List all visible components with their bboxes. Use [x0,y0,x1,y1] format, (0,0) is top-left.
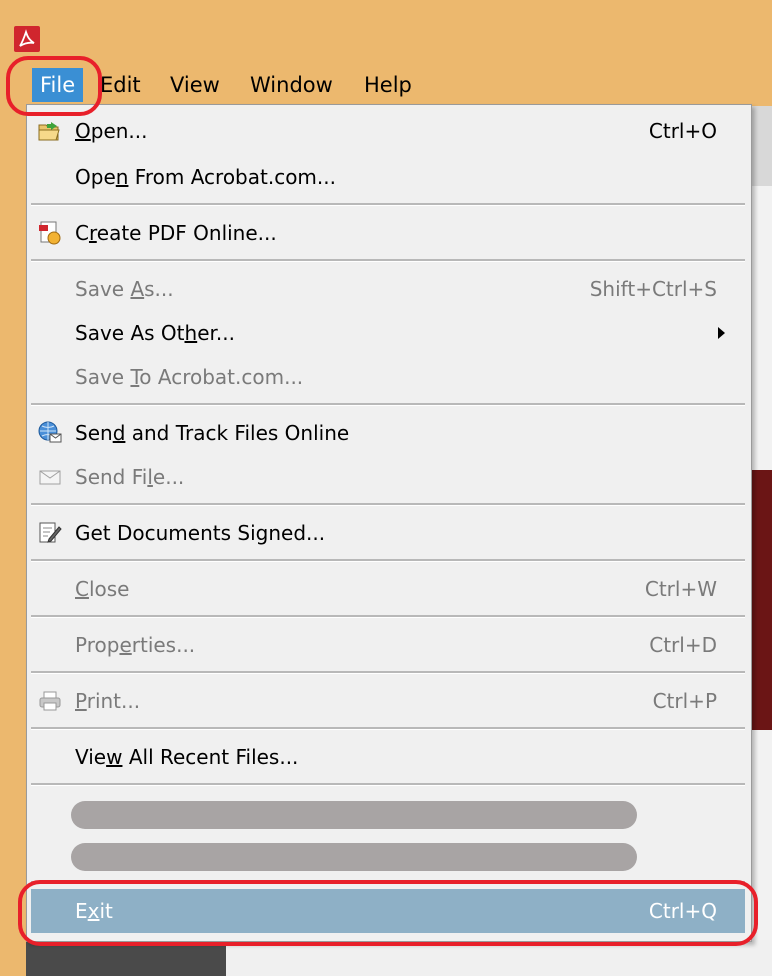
submenu-arrow-icon [718,327,725,339]
menu-item-get-documents-signed[interactable]: Get Documents Signed... [31,511,745,555]
shortcut-label: Ctrl+P [652,689,717,713]
create-pdf-icon [37,221,63,245]
menu-help[interactable]: Help [356,68,420,102]
envelope-icon [37,465,63,489]
document-page [226,940,772,976]
printer-icon [37,689,63,713]
menu-separator [31,783,745,786]
shortcut-label: Ctrl+Q [648,899,717,923]
menu-separator [31,259,745,262]
menu-window[interactable]: Window [242,68,341,102]
toolbar-area [752,106,772,186]
menu-item-exit[interactable]: Exit Ctrl+Q [31,889,745,933]
menu-separator [31,203,745,206]
shortcut-label: Ctrl+W [644,577,717,601]
menu-file[interactable]: File [32,68,84,102]
menu-separator [31,671,745,674]
navigation-pane [26,940,226,976]
adobe-reader-icon[interactable] [14,26,40,52]
menu-separator [31,615,745,618]
sign-document-icon [37,521,63,545]
menu-bar: File Edit View Window Help [0,62,772,106]
menu-item-save-as[interactable]: Save As... Shift+Ctrl+S [31,267,745,311]
file-menu-dropdown: Open... Ctrl+O Open From Acrobat.com... … [26,104,752,942]
menu-item-send-and-track[interactable]: Send and Track Files Online [31,411,745,455]
title-bar [0,0,772,62]
shortcut-label: Ctrl+D [649,633,717,657]
menu-separator [31,503,745,506]
menu-view[interactable]: View [162,68,228,102]
shortcut-label: Shift+Ctrl+S [589,277,717,301]
menu-item-save-as-other[interactable]: Save As Other... [31,311,745,355]
menu-separator [31,559,745,562]
open-folder-icon [37,119,63,143]
menu-separator [31,403,745,406]
document-area-dark [752,470,772,730]
recent-file-redacted[interactable] [71,843,637,871]
recent-file-redacted[interactable] [71,801,637,829]
menu-item-send-file[interactable]: Send File... [31,455,745,499]
menu-item-close[interactable]: Close Ctrl+W [31,567,745,611]
menu-separator [31,727,745,730]
menu-separator [31,881,745,884]
menu-item-open-from-acrobat[interactable]: Open From Acrobat.com... [31,155,745,199]
menu-item-print[interactable]: Print... Ctrl+P [31,679,745,723]
globe-mail-icon [37,421,63,445]
menu-item-create-pdf-online[interactable]: Create PDF Online... [31,211,745,255]
menu-item-save-to-acrobat[interactable]: Save To Acrobat.com... [31,355,745,399]
menu-item-view-all-recent[interactable]: View All Recent Files... [31,735,745,779]
window-edge [0,106,26,976]
menu-item-open[interactable]: Open... Ctrl+O [31,109,745,153]
shortcut-label: Ctrl+O [648,119,717,143]
menu-item-properties[interactable]: Properties... Ctrl+D [31,623,745,667]
menu-edit[interactable]: Edit [92,68,149,102]
